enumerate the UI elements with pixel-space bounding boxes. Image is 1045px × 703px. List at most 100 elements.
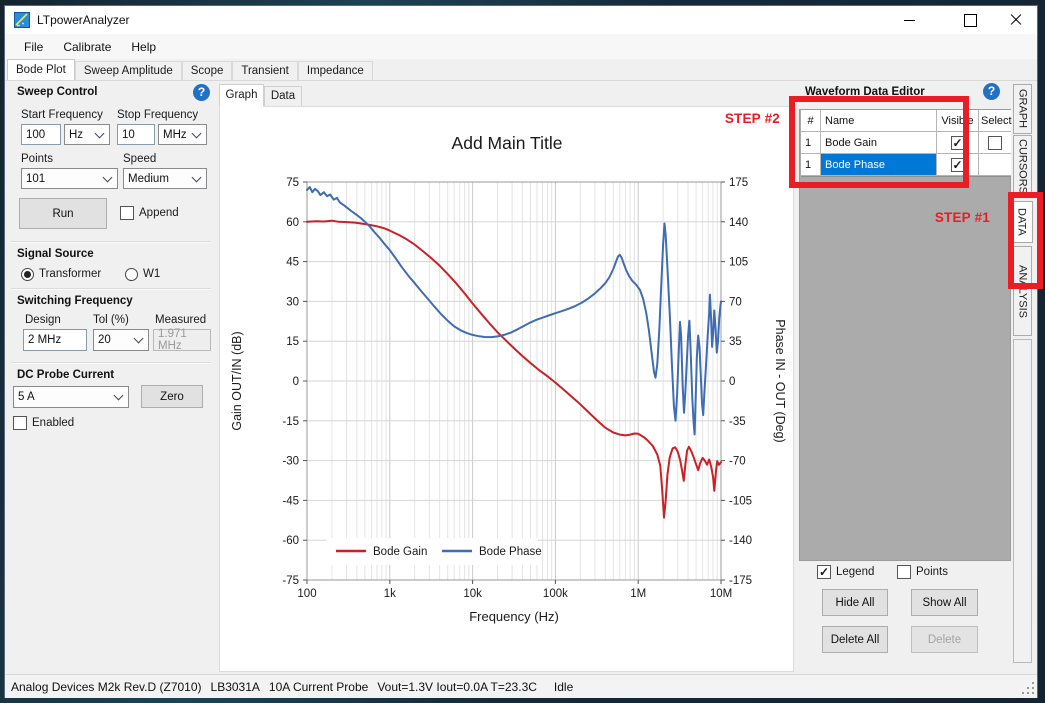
title-bar[interactable]: LTpowerAnalyzer bbox=[5, 6, 1037, 34]
svg-text:100: 100 bbox=[297, 588, 316, 600]
enabled-label: Enabled bbox=[32, 417, 74, 429]
side-tab-graph[interactable]: GRAPH bbox=[1013, 84, 1032, 134]
col-header-visible: Visible bbox=[937, 110, 979, 132]
transformer-label: Transformer bbox=[39, 268, 101, 280]
menu-help[interactable]: Help bbox=[121, 36, 166, 58]
delete-all-button[interactable]: Delete All bbox=[822, 626, 888, 653]
hide-all-button[interactable]: Hide All bbox=[822, 589, 888, 616]
speed-label: Speed bbox=[123, 153, 156, 165]
col-header-select: Select bbox=[979, 110, 1011, 132]
side-tab-cursors[interactable]: CURSORS bbox=[1013, 135, 1032, 198]
help-icon[interactable] bbox=[193, 84, 210, 101]
row-name[interactable]: Bode Gain bbox=[821, 132, 937, 154]
tab-transient[interactable]: Transient bbox=[232, 61, 298, 80]
tab-bode-plot[interactable]: Bode Plot bbox=[7, 59, 75, 80]
side-tab-data[interactable]: DATA bbox=[1010, 201, 1033, 243]
start-frequency-input[interactable]: 100 bbox=[21, 124, 61, 145]
chevron-down-icon bbox=[192, 128, 202, 138]
append-label: Append bbox=[139, 207, 179, 219]
dc-probe-current-value: 5 A bbox=[18, 391, 35, 403]
speed-value: Medium bbox=[128, 173, 169, 185]
tab-divider bbox=[5, 80, 1037, 81]
signal-source-title: Signal Source bbox=[17, 248, 94, 260]
minimize-icon[interactable] bbox=[886, 6, 932, 34]
show-all-button[interactable]: Show All bbox=[911, 589, 978, 616]
svg-text:15: 15 bbox=[286, 336, 299, 348]
resize-grip[interactable] bbox=[1022, 682, 1034, 694]
waveform-editor-title: Waveform Data Editor bbox=[805, 86, 925, 98]
section-divider bbox=[11, 288, 211, 289]
menu-calibrate[interactable]: Calibrate bbox=[53, 36, 121, 58]
side-tab-analysis[interactable]: ANALYSIS bbox=[1013, 246, 1032, 336]
svg-text:Bode Phase: Bode Phase bbox=[479, 546, 542, 558]
row-num[interactable]: 1 bbox=[801, 154, 821, 176]
close-icon[interactable] bbox=[993, 6, 1039, 34]
row-num[interactable]: 1 bbox=[801, 132, 821, 154]
select-checkbox[interactable] bbox=[988, 136, 1002, 150]
dc-probe-current-select[interactable]: 5 A bbox=[13, 386, 129, 408]
tab-graph[interactable]: Graph bbox=[219, 84, 264, 107]
chevron-down-icon bbox=[95, 128, 105, 138]
svg-text:Bode Gain: Bode Gain bbox=[373, 546, 427, 558]
visible-checkbox[interactable] bbox=[951, 136, 965, 150]
svg-text:0: 0 bbox=[293, 376, 299, 388]
append-checkbox[interactable] bbox=[120, 206, 134, 220]
status-bar: Analog Devices M2k Rev.D (Z7010) LB3031A… bbox=[5, 674, 1037, 698]
status-readings: Vout=1.3V Iout=0.0A T=23.3C bbox=[377, 680, 537, 694]
svg-text:-60: -60 bbox=[282, 535, 299, 547]
svg-text:-105: -105 bbox=[729, 495, 752, 507]
row-visible-cell bbox=[937, 154, 979, 176]
w1-label: W1 bbox=[143, 268, 160, 280]
w1-radio[interactable] bbox=[125, 268, 138, 281]
svg-text:10M: 10M bbox=[710, 588, 732, 600]
legend-checkbox[interactable] bbox=[817, 565, 831, 579]
start-frequency-unit-select[interactable]: Hz bbox=[64, 124, 110, 145]
switching-frequency-title: Switching Frequency bbox=[17, 295, 133, 307]
stop-frequency-unit-select[interactable]: MHz bbox=[158, 124, 207, 145]
svg-text:105: 105 bbox=[729, 257, 748, 269]
tab-scope[interactable]: Scope bbox=[182, 61, 233, 80]
tab-impedance[interactable]: Impedance bbox=[298, 61, 373, 80]
tab-data[interactable]: Data bbox=[264, 86, 302, 107]
svg-text:100k: 100k bbox=[543, 588, 568, 600]
enabled-checkbox[interactable] bbox=[13, 416, 27, 430]
start-frequency-unit-value: Hz bbox=[69, 129, 83, 141]
help-icon[interactable] bbox=[983, 83, 1000, 100]
sweep-control-title: Sweep Control bbox=[17, 86, 98, 98]
svg-text:60: 60 bbox=[286, 217, 299, 229]
status-device: Analog Devices M2k Rev.D (Z7010) bbox=[11, 680, 202, 694]
step2-annotation-text: STEP #2 bbox=[700, 111, 780, 126]
tol-select[interactable]: 20 bbox=[93, 329, 149, 351]
chevron-down-icon bbox=[103, 172, 113, 182]
transformer-radio[interactable] bbox=[21, 268, 34, 281]
legend-label: Legend bbox=[836, 566, 874, 578]
side-tab-strip bbox=[1013, 339, 1032, 663]
row-name[interactable]: Bode Phase bbox=[821, 154, 937, 176]
svg-text:Phase IN - OUT (Deg): Phase IN - OUT (Deg) bbox=[773, 319, 787, 442]
svg-text:-45: -45 bbox=[282, 495, 299, 507]
design-input[interactable]: 2 MHz bbox=[23, 329, 87, 351]
delete-button[interactable]: Delete bbox=[911, 626, 978, 653]
stop-frequency-unit-value: MHz bbox=[163, 129, 187, 141]
stop-frequency-input[interactable]: 10 bbox=[117, 124, 155, 145]
speed-select[interactable]: Medium bbox=[123, 168, 207, 189]
svg-text:-75: -75 bbox=[282, 575, 299, 587]
stop-frequency-label: Stop Frequency bbox=[117, 109, 198, 121]
zero-button[interactable]: Zero bbox=[141, 385, 203, 408]
status-state: Idle bbox=[554, 680, 573, 694]
main-tab-bar: Bode Plot Sweep Amplitude Scope Transien… bbox=[7, 59, 373, 80]
run-button[interactable]: Run bbox=[19, 198, 107, 229]
row-visible-cell bbox=[937, 132, 979, 154]
svg-text:Add Main Title: Add Main Title bbox=[452, 133, 563, 153]
svg-text:140: 140 bbox=[729, 217, 748, 229]
menu-file[interactable]: File bbox=[14, 36, 53, 58]
bode-chart[interactable]: 75604530150-15-30-45-60-7517514010570350… bbox=[220, 107, 793, 671]
points-select[interactable]: 101 bbox=[21, 168, 118, 189]
design-label: Design bbox=[25, 314, 61, 326]
svg-text:75: 75 bbox=[286, 177, 299, 189]
maximize-icon[interactable] bbox=[947, 6, 993, 34]
points-checkbox[interactable] bbox=[897, 565, 911, 579]
visible-checkbox[interactable] bbox=[951, 158, 965, 172]
tab-sweep-amplitude[interactable]: Sweep Amplitude bbox=[75, 61, 182, 80]
status-board: LB3031A bbox=[211, 680, 260, 694]
